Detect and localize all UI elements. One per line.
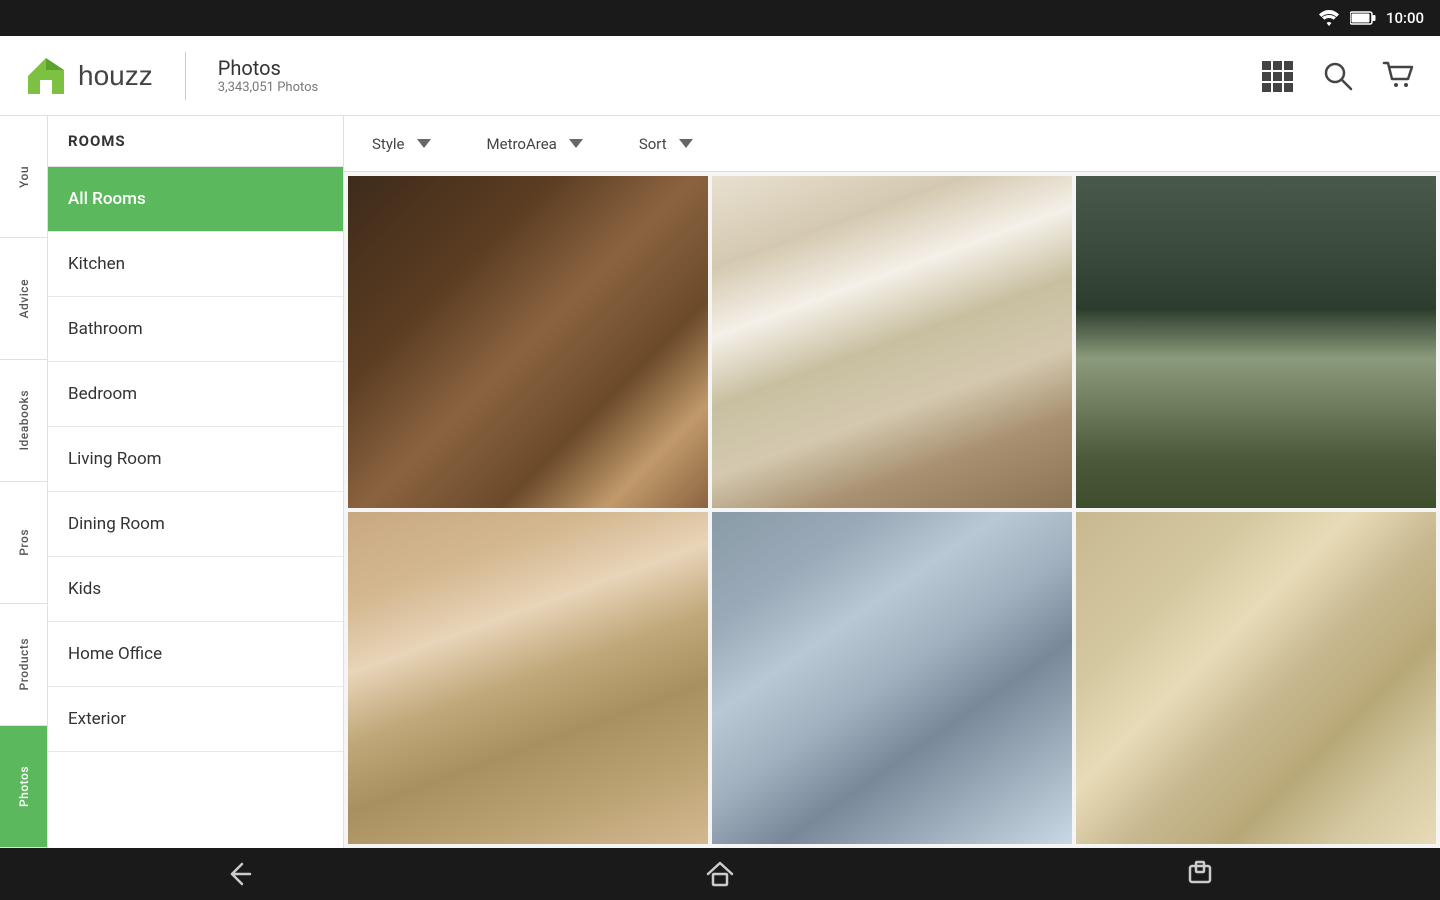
room-list: ROOMS All Rooms Kitchen Bathroom Bedroom… <box>48 116 344 848</box>
sidebar-item-photos[interactable]: Photos <box>0 726 47 848</box>
sort-dropdown-arrow <box>679 139 693 148</box>
sidebar-item-products[interactable]: Products <box>0 604 47 726</box>
recents-button[interactable] <box>1170 854 1230 894</box>
filter-bar: Style MetroArea Sort <box>344 116 1440 172</box>
wifi-icon <box>1318 10 1340 26</box>
room-item-home-office[interactable]: Home Office <box>48 622 343 687</box>
room-item-dining-room[interactable]: Dining Room <box>48 492 343 557</box>
photo-item-1[interactable] <box>348 176 708 508</box>
header-title-area: Photos 3,343,051 Photos <box>218 56 319 95</box>
photo-item-2[interactable] <box>712 176 1072 508</box>
header-actions <box>1260 59 1416 93</box>
back-button[interactable] <box>210 854 270 894</box>
logo-area: houzz Photos 3,343,051 Photos <box>24 52 1260 100</box>
room-item-bathroom[interactable]: Bathroom <box>48 297 343 362</box>
main-area: You Advice Ideabooks Pros Products Photo… <box>0 116 1440 848</box>
sidebar-item-advice[interactable]: Advice <box>0 238 47 360</box>
room-item-exterior[interactable]: Exterior <box>48 687 343 752</box>
home-icon <box>702 856 738 892</box>
sidebar-item-you[interactable]: You <box>0 116 47 238</box>
filter-style[interactable]: Style <box>360 127 443 161</box>
side-tabs: You Advice Ideabooks Pros Products Photo… <box>0 116 48 848</box>
header-divider <box>185 52 186 100</box>
battery-icon <box>1350 11 1376 25</box>
clock: 10:00 <box>1386 9 1424 27</box>
status-icons: 10:00 <box>1318 9 1424 27</box>
home-button[interactable] <box>690 854 750 894</box>
room-item-all-rooms[interactable]: All Rooms <box>48 167 343 232</box>
filter-metro-area[interactable]: MetroArea <box>475 127 595 161</box>
room-item-kids[interactable]: Kids <box>48 557 343 622</box>
back-icon <box>222 856 258 892</box>
room-item-bedroom[interactable]: Bedroom <box>48 362 343 427</box>
grid-view-icon[interactable] <box>1260 59 1294 93</box>
houzz-logo-icon <box>24 54 68 98</box>
sidebar-item-pros[interactable]: Pros <box>0 482 47 604</box>
app-header: houzz Photos 3,343,051 Photos <box>0 36 1440 116</box>
content-area: Style MetroArea Sort <box>344 116 1440 848</box>
photo-item-4[interactable] <box>348 512 708 844</box>
room-list-header: ROOMS <box>48 116 343 167</box>
photo-count: 3,343,051 Photos <box>218 80 319 95</box>
room-item-living-room[interactable]: Living Room <box>48 427 343 492</box>
page-title: Photos <box>218 56 319 80</box>
photo-item-3[interactable] <box>1076 176 1436 508</box>
houzz-logo: houzz <box>24 54 153 98</box>
metro-dropdown-arrow <box>569 139 583 148</box>
search-icon[interactable] <box>1322 60 1354 92</box>
room-item-kitchen[interactable]: Kitchen <box>48 232 343 297</box>
photo-item-6[interactable] <box>1076 512 1436 844</box>
bottom-nav <box>0 848 1440 900</box>
status-bar: 10:00 <box>0 0 1440 36</box>
recents-icon <box>1182 856 1218 892</box>
houzz-wordmark: houzz <box>78 60 153 92</box>
photo-item-5[interactable] <box>712 512 1072 844</box>
style-dropdown-arrow <box>417 139 431 148</box>
cart-icon[interactable] <box>1382 59 1416 93</box>
filter-sort[interactable]: Sort <box>627 127 705 161</box>
photo-grid <box>344 172 1440 848</box>
sidebar-item-ideabooks[interactable]: Ideabooks <box>0 360 47 482</box>
